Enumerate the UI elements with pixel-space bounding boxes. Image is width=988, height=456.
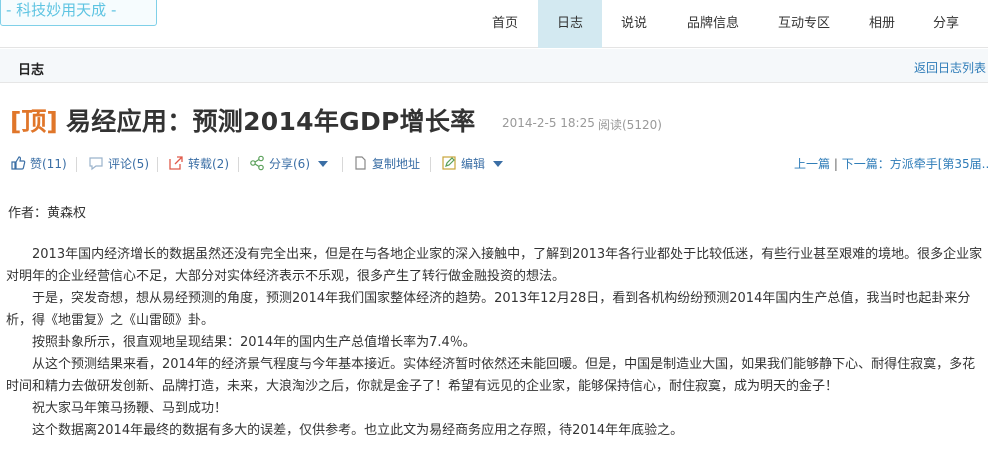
like-button[interactable]: 赞(11) — [10, 152, 67, 176]
divider — [76, 157, 77, 172]
section-header: 日志 返回日志列表 — [0, 49, 988, 83]
article-paragraph: 从这个预测结果来看，2014年的经济景气程度与今年基本接近。实体经济暂时依然还未… — [6, 357, 976, 394]
back-to-list-link[interactable]: 返回日志列表 — [914, 59, 986, 76]
repost-button[interactable]: 转载(2) — [168, 152, 229, 176]
edit-label: 编辑 — [461, 157, 486, 171]
nav-album[interactable]: 相册 — [854, 0, 910, 48]
nav-brand-info[interactable]: 品牌信息 — [673, 0, 753, 48]
divider — [342, 157, 343, 172]
pager-separator: | — [833, 157, 838, 171]
chevron-down-icon[interactable] — [493, 161, 504, 167]
article-paragraph: 祝大家马年策马扬鞭、马到成功！ — [6, 401, 228, 416]
nav-interaction[interactable]: 互动专区 — [764, 0, 844, 48]
divider — [157, 157, 158, 172]
section-title: 日志 — [18, 63, 45, 78]
article-paragraph: 按照卦象所示，很直观地呈现结果：2014年的国内生产总值增长率为7.4％。 — [6, 335, 476, 350]
nav-blog[interactable]: 日志 — [538, 0, 602, 48]
top-navigation-bar: - 科技妙用天成 - 首页 日志 说说 品牌信息 互动专区 相册 分享 — [0, 0, 988, 48]
site-logo[interactable]: - 科技妙用天成 - — [0, 0, 157, 26]
post-title: 易经应用：预测2014年GDP增长率 — [66, 107, 476, 136]
share-label: 分享(6) — [269, 157, 310, 171]
comment-button[interactable]: 评论(5) — [88, 152, 149, 176]
nav-home[interactable]: 首页 — [477, 0, 533, 48]
read-count: 阅读(5120) — [598, 118, 662, 132]
chevron-down-icon[interactable] — [318, 161, 328, 167]
article-paragraph: 于是，突发奇想，想从易经预测的角度，预测2014年我们国家整体经济的趋势。201… — [6, 291, 971, 328]
article-paragraph: 这个数据离2014年最终的数据有多大的误差，仅供参考。也立此文为易经商务应用之存… — [6, 423, 684, 438]
repost-arrow-icon — [169, 156, 183, 170]
divider — [238, 157, 239, 172]
share-nodes-icon — [250, 155, 264, 171]
article-paragraph: 2013年国内经济增长的数据虽然还没有完全出来，但是在与各地企业家的深入接触中，… — [6, 247, 983, 284]
copy-address-button[interactable]: 复制地址 — [352, 152, 420, 176]
article-body: 2013年国内经济增长的数据虽然还没有完全出来，但是在与各地企业家的深入接触中，… — [6, 244, 984, 442]
edit-button[interactable]: 编辑 — [441, 152, 504, 176]
thumbs-up-icon — [11, 156, 26, 170]
divider — [430, 157, 431, 172]
comment-bubble-icon — [89, 157, 103, 171]
nav-moments[interactable]: 说说 — [607, 0, 661, 48]
copy-address-label: 复制地址 — [372, 157, 421, 171]
comment-label: 评论(5) — [108, 157, 149, 171]
post-pager: 上一篇 | 下一篇：方派牵手[第35届... — [794, 152, 988, 176]
like-label: 赞(11) — [30, 157, 67, 171]
share-button[interactable]: 分享(6) — [249, 152, 328, 176]
copy-page-icon — [355, 156, 366, 170]
post-date: 2014-2-5 18:25 — [502, 116, 595, 130]
pinned-tag: [顶] — [10, 107, 58, 136]
author-line: 作者：黄森权 — [8, 206, 87, 221]
edit-pencil-icon — [442, 156, 456, 170]
repost-label: 转载(2) — [188, 157, 229, 171]
prev-post-link[interactable]: 上一篇 — [794, 157, 830, 171]
nav-share[interactable]: 分享 — [918, 0, 974, 48]
next-post-link[interactable]: 下一篇：方派牵手[第35届... — [842, 157, 988, 171]
